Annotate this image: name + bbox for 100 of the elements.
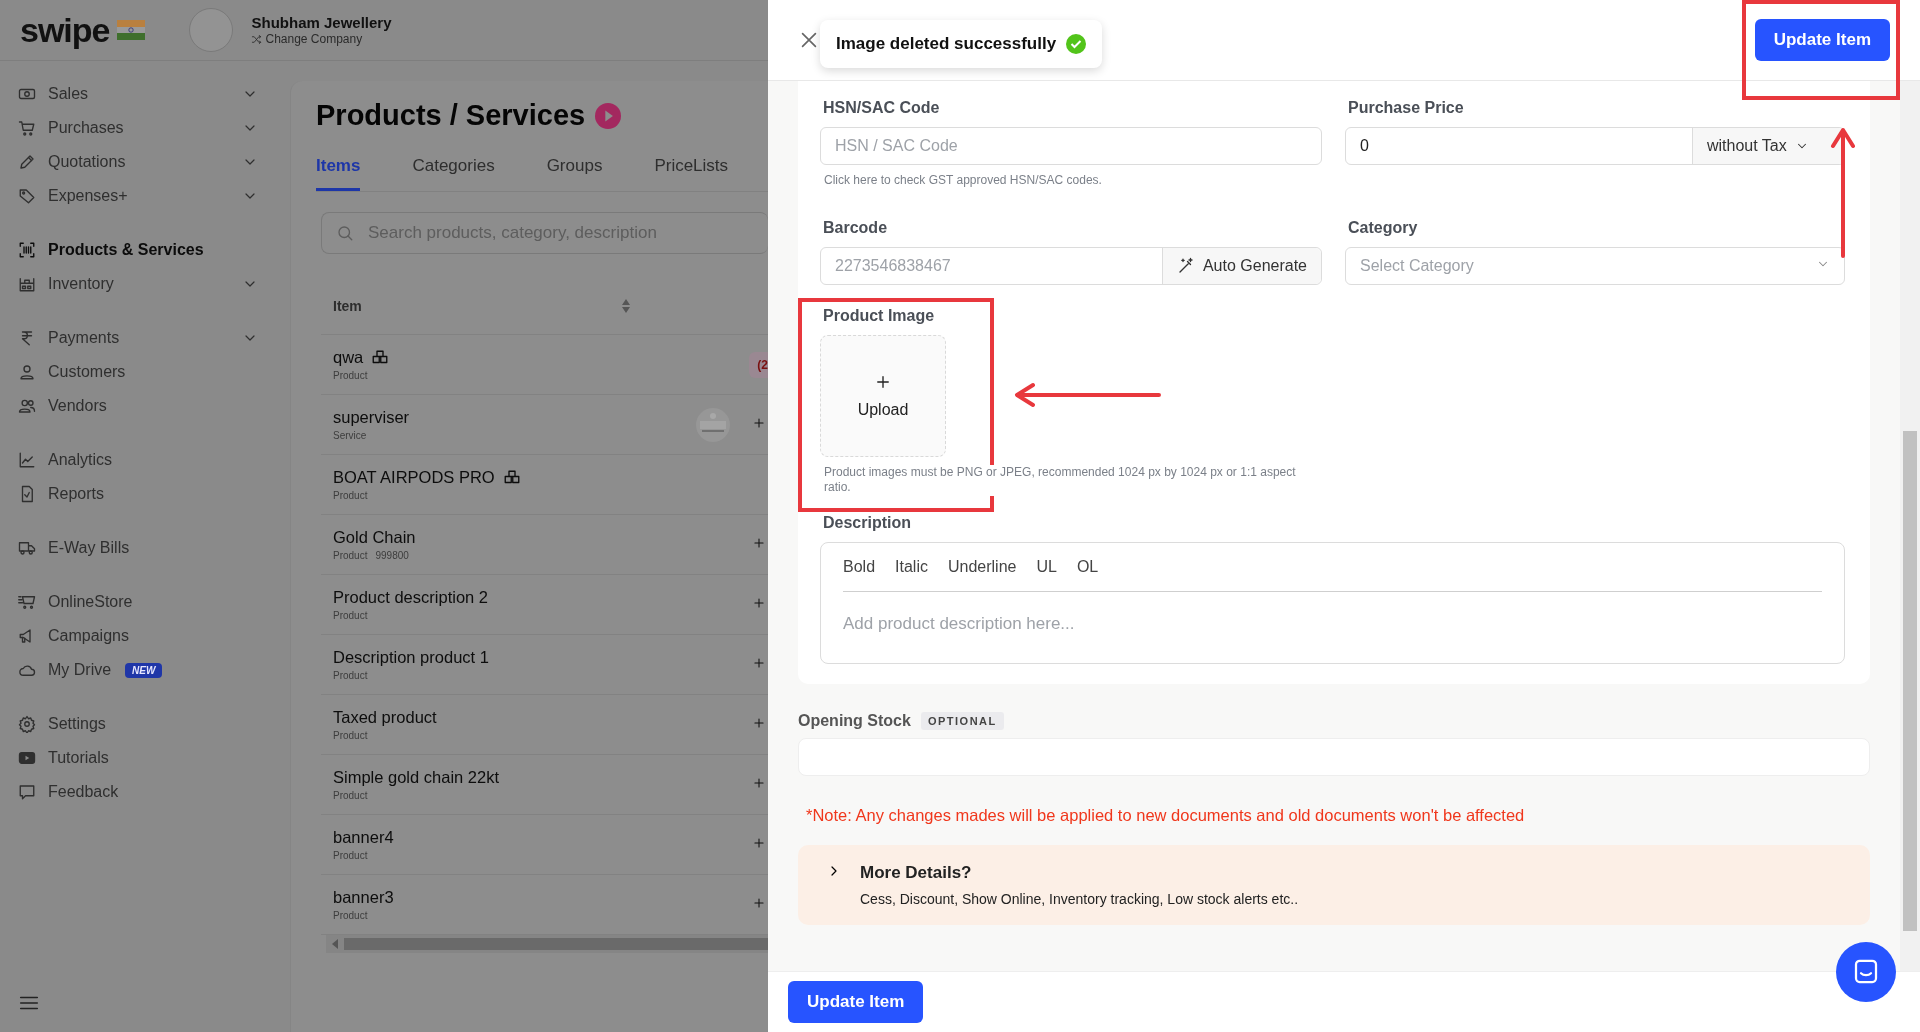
play-icon[interactable] — [595, 102, 622, 129]
item-name[interactable]: banner3 — [333, 888, 394, 907]
plus-icon — [752, 655, 766, 670]
sidebar-item[interactable]: Expenses+ — [18, 179, 258, 213]
plus-icon — [752, 895, 766, 910]
page-title: Products / Services — [316, 99, 586, 132]
sidebar-item[interactable]: Customers — [18, 355, 258, 389]
pencil-icon — [18, 153, 36, 171]
column-header: Item — [333, 298, 363, 314]
toolbar-button[interactable]: OL — [1076, 557, 1099, 576]
item-type: Product — [333, 550, 368, 561]
sidebar-label: Sales — [48, 85, 89, 103]
sidebar-item[interactable]: My Drive NEW — [18, 653, 258, 687]
sidebar-item[interactable]: Tutorials — [18, 741, 258, 775]
horizontal-scrollbar[interactable] — [326, 935, 768, 953]
update-item-button[interactable]: Update Item — [1754, 19, 1890, 61]
tax-dropdown[interactable]: without Tax — [1692, 128, 1844, 164]
sidebar-label: Reports — [48, 485, 105, 503]
note-text: *Note: Any changes mades will be applied to new documents and old documents won't be affected — [806, 805, 1526, 825]
upload-button[interactable]: Upload — [820, 334, 946, 457]
sidebar-item[interactable]: Feedback — [18, 775, 258, 809]
check-circle-icon — [1066, 34, 1087, 54]
tab[interactable]: Categories — [412, 156, 495, 191]
item-name[interactable]: Description product 1 — [333, 648, 489, 667]
brand-logo[interactable]: swipe — [20, 10, 110, 50]
sidebar-item[interactable]: Analytics — [18, 443, 258, 477]
item-name[interactable]: Gold Chain — [333, 528, 416, 547]
video-icon — [18, 749, 36, 767]
more-details-panel[interactable]: More Details? Cess, Discount, Show Online, Inventory tracking, Low stock alerts etc.. — [798, 844, 1870, 925]
vertical-scrollbar[interactable] — [1900, 81, 1920, 971]
sidebar-label: Analytics — [48, 451, 113, 469]
line-chart-icon — [18, 451, 36, 469]
sidebar-label: Payments — [48, 329, 120, 347]
description-editor[interactable]: Bold Italic Underline UL OL Add product description here... — [820, 541, 1845, 664]
new-badge: NEW — [125, 662, 163, 678]
field-label: Barcode — [823, 218, 889, 237]
sidebar-label: Inventory — [48, 275, 114, 293]
sidebar-item[interactable]: Vendors — [18, 389, 258, 423]
auto-generate-button[interactable]: Auto Generate — [1161, 247, 1321, 284]
item-name[interactable]: Taxed product — [333, 708, 437, 727]
plus-icon — [752, 715, 766, 730]
hsn-help-link[interactable]: Click here to check GST approved HSN/SAC codes. — [824, 173, 1322, 189]
plus-icon — [752, 775, 766, 790]
chat-button[interactable] — [1836, 942, 1896, 1002]
sidebar-label: Feedback — [48, 783, 119, 801]
tab[interactable]: Groups — [546, 156, 603, 191]
tab[interactable]: Items — [316, 156, 361, 191]
sidebar-label: Tutorials — [48, 749, 109, 767]
item-name[interactable]: BOAT AIRPODS PRO — [333, 468, 495, 487]
company-logo — [189, 8, 234, 52]
chat-icon — [18, 783, 36, 801]
field-label: HSN/SAC Code — [823, 99, 941, 117]
item-type: Product — [333, 850, 368, 861]
sidebar-item[interactable]: Sales — [18, 77, 258, 111]
person-icon — [18, 363, 36, 381]
toolbar-button[interactable]: UL — [1036, 557, 1057, 576]
toolbar-button[interactable]: Bold — [843, 557, 876, 576]
toolbar-button[interactable]: Underline — [947, 557, 1017, 576]
item-name[interactable]: qwa — [333, 348, 364, 367]
item-type: Product — [333, 670, 368, 681]
flag-icon — [117, 20, 146, 40]
toolbar-button[interactable]: Italic — [895, 557, 928, 576]
shuffle-icon — [251, 33, 263, 45]
sidebar-label: My Drive — [48, 661, 112, 679]
item-name[interactable]: banner4 — [333, 828, 394, 847]
sidebar-item[interactable]: Payments — [18, 321, 258, 355]
sidebar-label: Customers — [48, 363, 126, 381]
tab[interactable]: PriceLists — [654, 156, 729, 191]
sidebar-label: Vendors — [48, 397, 107, 415]
plus-icon — [752, 415, 766, 430]
truck-icon — [18, 539, 36, 557]
change-company-link[interactable]: Change Company — [251, 32, 392, 46]
people-icon — [18, 397, 36, 415]
field-label: Purchase Price — [1348, 99, 1465, 117]
item-type: Product — [333, 910, 368, 921]
sidebar-item[interactable]: Products & Services — [18, 233, 258, 267]
sort-icon[interactable] — [621, 298, 631, 314]
item-type: Product — [333, 370, 368, 381]
company-name: Shubham Jewellery — [251, 14, 392, 31]
item-type: Product — [333, 610, 368, 621]
sidebar-label: Products & Services — [48, 241, 204, 259]
sidebar-item[interactable]: OnlineStore — [18, 585, 258, 619]
item-name[interactable]: Product description 2 — [333, 588, 488, 607]
sidebar-item[interactable]: Settings — [18, 707, 258, 741]
stock-badge: (2 — [749, 351, 768, 378]
plus-icon — [752, 595, 766, 610]
search-icon — [336, 224, 354, 242]
item-name[interactable]: Simple gold chain 22kt — [333, 768, 499, 787]
sidebar-item[interactable]: Inventory — [18, 267, 258, 301]
sidebar-item[interactable]: E-Way Bills — [18, 531, 258, 565]
price-field[interactable]: 0 — [1346, 137, 1692, 155]
sidebar-item[interactable]: Campaigns — [18, 619, 258, 653]
update-item-button[interactable]: Update Item — [788, 981, 924, 1023]
item-type: Product — [333, 490, 368, 501]
sidebar-item[interactable]: Quotations — [18, 145, 258, 179]
item-name[interactable]: superviser — [333, 408, 410, 427]
scroll-left-icon[interactable] — [332, 939, 338, 949]
field-label: Product Image — [823, 306, 936, 325]
sidebar-item[interactable]: Reports — [18, 477, 258, 511]
sidebar-item[interactable]: Purchases — [18, 111, 258, 145]
